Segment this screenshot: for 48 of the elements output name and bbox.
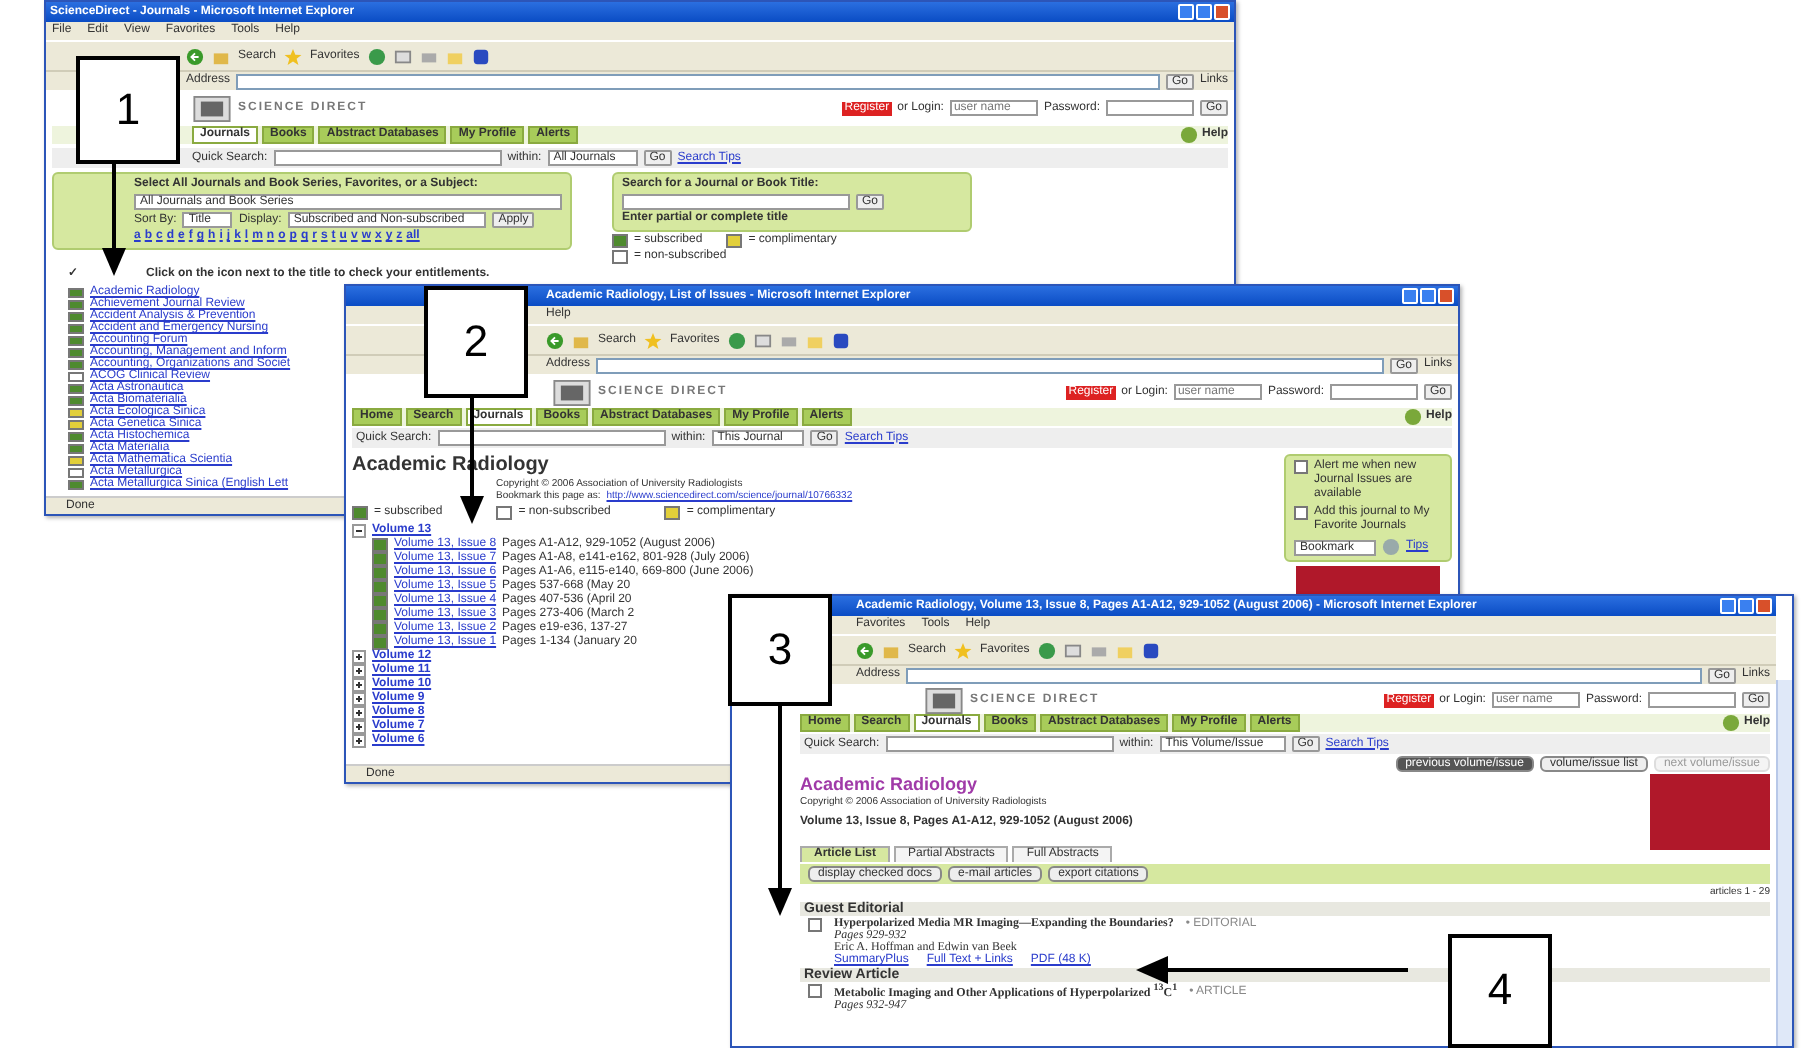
checkbox[interactable] xyxy=(1294,460,1308,474)
expand-icon[interactable] xyxy=(352,678,366,692)
checkbox[interactable] xyxy=(808,918,822,932)
callout-number: 1 xyxy=(76,56,180,164)
close-button[interactable] xyxy=(1756,598,1772,614)
minimize-button[interactable] xyxy=(1720,598,1736,614)
checkbox[interactable] xyxy=(808,984,822,998)
address-field[interactable] xyxy=(596,357,1384,373)
minimize-button[interactable] xyxy=(1178,4,1194,20)
maximize-button[interactable] xyxy=(1738,598,1754,614)
address-field[interactable] xyxy=(906,667,1702,683)
journal-heading: Academic Radiology xyxy=(800,774,980,794)
logo-icon xyxy=(552,379,592,405)
expand-icon[interactable] xyxy=(352,706,366,720)
back-arrow-icon[interactable] xyxy=(546,331,564,349)
callout-number: 4 xyxy=(1448,934,1552,1048)
logo-icon xyxy=(192,95,232,121)
maximize-button[interactable] xyxy=(1196,4,1212,20)
password-field[interactable] xyxy=(1105,100,1194,116)
close-button[interactable] xyxy=(1214,4,1230,20)
close-button[interactable] xyxy=(1438,288,1454,304)
quick-search-field[interactable] xyxy=(885,736,1114,752)
password-field[interactable] xyxy=(1647,692,1736,708)
logo-icon xyxy=(924,687,964,713)
journal-cover-image xyxy=(1650,774,1770,850)
expand-icon[interactable] xyxy=(352,664,366,678)
expand-icon[interactable] xyxy=(352,650,366,664)
expand-icon[interactable] xyxy=(352,720,366,734)
quick-search-field[interactable] xyxy=(437,430,666,446)
back-arrow-icon[interactable] xyxy=(856,641,874,659)
back-arrow-icon[interactable] xyxy=(186,47,204,65)
password-field[interactable] xyxy=(1329,384,1418,400)
expand-icon[interactable] xyxy=(352,692,366,706)
callout-number: 2 xyxy=(424,286,528,398)
maximize-button[interactable] xyxy=(1420,288,1436,304)
minimize-button[interactable] xyxy=(1402,288,1418,304)
quick-search-field[interactable] xyxy=(273,150,502,166)
star-icon[interactable] xyxy=(954,641,973,659)
checkbox[interactable] xyxy=(1294,506,1308,520)
callout-number: 3 xyxy=(728,594,832,706)
star-icon[interactable] xyxy=(284,47,303,65)
arrow xyxy=(102,164,126,276)
address-field[interactable] xyxy=(236,73,1160,89)
expand-icon[interactable] xyxy=(352,734,366,748)
star-icon[interactable] xyxy=(644,331,663,349)
title-search-field[interactable] xyxy=(622,194,850,210)
scrollbar[interactable] xyxy=(1776,680,1792,1046)
collapse-icon[interactable] xyxy=(352,524,366,538)
